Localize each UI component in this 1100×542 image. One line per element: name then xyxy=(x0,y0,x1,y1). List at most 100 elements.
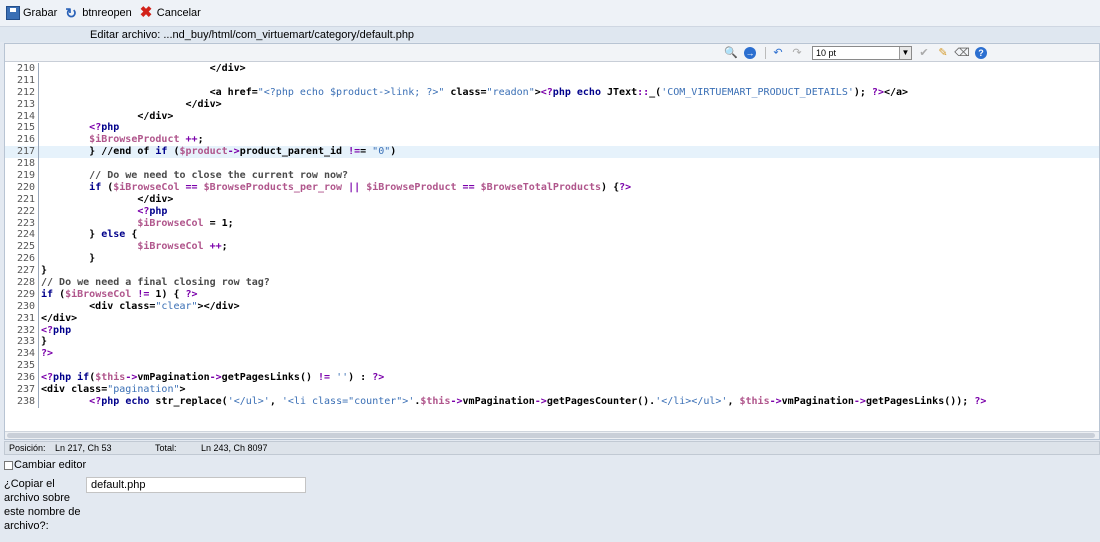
code-line[interactable]: 236 <?php if($this->vmPagination->getPage… xyxy=(5,372,1099,385)
line-number: 233 xyxy=(5,336,39,349)
line-number: 217 xyxy=(5,146,39,159)
line-text[interactable]: $iBrowseCol ++; xyxy=(39,241,227,253)
code-line[interactable]: 218 xyxy=(5,158,1099,171)
line-text[interactable]: <div class="clear"></div> xyxy=(39,301,240,313)
code-line[interactable]: 217 } //end of if ($product->product_par… xyxy=(5,146,1099,159)
code-area[interactable]: 210 </div> 211 212 <a href="<?php echo $pr… xyxy=(5,63,1099,431)
line-text[interactable]: <?php if($this->vmPagination->getPagesLi… xyxy=(39,372,384,384)
line-text[interactable] xyxy=(39,360,41,372)
line-number: 218 xyxy=(5,158,39,171)
reset-highlight-icon[interactable]: ✎ xyxy=(935,46,951,60)
line-number: 230 xyxy=(5,300,39,313)
line-text[interactable]: </div> xyxy=(39,99,221,111)
line-text[interactable]: <div class="pagination"> xyxy=(39,384,186,396)
line-text[interactable]: ?> xyxy=(39,348,53,360)
line-text[interactable]: // Do we need to close the current row n… xyxy=(39,170,348,182)
position-value: Ln 217, Ch 53 xyxy=(55,443,112,453)
line-number: 216 xyxy=(5,134,39,147)
line-number: 221 xyxy=(5,193,39,206)
word-wrap-icon[interactable]: ⌫ xyxy=(954,46,970,60)
copy-filename-input[interactable]: default.php xyxy=(86,477,306,493)
undo-icon[interactable]: ↶ xyxy=(770,46,786,60)
line-number: 215 xyxy=(5,122,39,135)
line-text[interactable]: <?php xyxy=(39,206,167,218)
scrollbar-thumb[interactable] xyxy=(7,433,1095,438)
save-button[interactable]: Grabar xyxy=(6,6,57,20)
line-text[interactable] xyxy=(39,158,41,170)
code-line[interactable]: 223 $iBrowseCol = 1; xyxy=(5,217,1099,230)
code-line[interactable]: 215 <?php xyxy=(5,122,1099,135)
code-line[interactable]: 220 if ($iBrowseCol == $BrowseProducts_p… xyxy=(5,181,1099,194)
line-text[interactable]: if ($iBrowseCol != 1) { ?> xyxy=(39,289,198,301)
cancel-button[interactable]: ✖ Cancelar xyxy=(140,5,201,20)
code-line[interactable]: 234 ?> xyxy=(5,348,1099,361)
change-editor-label: Cambiar editor xyxy=(14,459,87,471)
code-line[interactable]: 226 } xyxy=(5,253,1099,266)
code-line[interactable]: 235 xyxy=(5,360,1099,373)
code-line[interactable]: 230 <div class="clear"></div> xyxy=(5,300,1099,313)
line-text[interactable]: <?php xyxy=(39,122,119,134)
line-number: 237 xyxy=(5,384,39,396)
redo-icon[interactable]: ↷ xyxy=(789,46,805,60)
total-label: Total: xyxy=(155,443,177,453)
line-text[interactable]: if ($iBrowseCol == $BrowseProducts_per_r… xyxy=(39,182,631,194)
line-text[interactable]: } else { xyxy=(39,229,137,241)
save-icon xyxy=(6,6,20,20)
code-line[interactable]: 237 <div class="pagination"> xyxy=(5,384,1099,396)
line-text[interactable]: </div> xyxy=(39,313,77,325)
code-line[interactable]: 212 <a href="<?php echo $product->link; … xyxy=(5,86,1099,99)
line-text[interactable]: </div> xyxy=(39,111,173,123)
goto-line-icon[interactable]: → xyxy=(742,46,758,60)
reopen-button[interactable]: ↻ btnreopen xyxy=(65,6,132,20)
search-replace-icon[interactable]: 🔍 xyxy=(723,46,739,60)
code-line[interactable]: 233} xyxy=(5,336,1099,349)
line-text[interactable]: </div> xyxy=(39,194,173,206)
font-size-select[interactable]: 10 pt ▼ xyxy=(812,45,912,60)
line-number: 223 xyxy=(5,217,39,230)
line-number: 234 xyxy=(5,348,39,361)
code-line[interactable]: 216 $iBrowseProduct ++; xyxy=(5,134,1099,147)
change-editor-checkbox[interactable] xyxy=(4,460,13,470)
line-text[interactable]: $iBrowseCol = 1; xyxy=(39,218,233,230)
code-line[interactable]: 238 <?php echo str_replace('</ul>', '<li… xyxy=(5,395,1099,408)
file-title: Editar archivo: ...nd_buy/html/com_virtu… xyxy=(0,26,1100,42)
line-number: 210 xyxy=(5,63,39,75)
code-editor[interactable]: 🔍 → ↶ ↷ 10 pt ▼ ✔ ✎ ⌫ ? 210 </div> 211 212… xyxy=(4,43,1100,440)
code-line[interactable]: 232 <?php xyxy=(5,324,1099,337)
line-text[interactable]: } //end of if ($product->product_parent_… xyxy=(39,146,396,158)
line-number: 232 xyxy=(5,324,39,337)
code-line[interactable]: 222 <?php xyxy=(5,205,1099,218)
line-number: 236 xyxy=(5,372,39,385)
line-text[interactable]: } xyxy=(39,253,95,265)
code-line[interactable]: 221 </div> xyxy=(5,193,1099,206)
code-line[interactable]: 228// Do we need a final closing row tag… xyxy=(5,277,1099,289)
code-line[interactable]: 210 </div> xyxy=(5,63,1099,75)
line-text[interactable]: // Do we need a final closing row tag? xyxy=(39,277,270,289)
change-editor-toggle[interactable]: Cambiar editor xyxy=(4,459,86,471)
reopen-icon: ↻ xyxy=(65,5,77,21)
code-line[interactable]: 211 xyxy=(5,74,1099,87)
line-text[interactable]: $iBrowseProduct ++; xyxy=(39,134,203,146)
line-text[interactable]: <?php xyxy=(39,325,71,337)
line-text[interactable]: </div> xyxy=(39,63,246,75)
code-line[interactable]: 231 </div> xyxy=(5,312,1099,325)
line-text[interactable] xyxy=(39,75,41,87)
code-line[interactable]: 227} xyxy=(5,265,1099,278)
line-number: 222 xyxy=(5,205,39,218)
horizontal-scrollbar[interactable] xyxy=(5,431,1099,439)
line-number: 228 xyxy=(5,277,39,289)
code-line[interactable]: 225 $iBrowseCol ++; xyxy=(5,241,1099,254)
code-line[interactable]: 214 </div> xyxy=(5,110,1099,123)
editor-toolbar: 🔍 → ↶ ↷ 10 pt ▼ ✔ ✎ ⌫ ? xyxy=(5,44,1099,62)
line-text[interactable]: <?php echo str_replace('</ul>', '<li cla… xyxy=(39,396,986,408)
syntax-highlight-icon[interactable]: ✔ xyxy=(916,46,932,60)
font-size-value: 10 pt xyxy=(816,47,837,58)
code-line[interactable]: 224 } else { xyxy=(5,229,1099,242)
code-line[interactable]: 219 // Do we need to close the current r… xyxy=(5,170,1099,182)
code-line[interactable]: 229 if ($iBrowseCol != 1) { ?> xyxy=(5,288,1099,301)
line-text[interactable]: <a href="<?php echo $product->link; ?>" … xyxy=(39,87,909,99)
code-line[interactable]: 213 </div> xyxy=(5,98,1099,111)
line-text[interactable]: } xyxy=(39,265,47,277)
help-icon[interactable]: ? xyxy=(973,46,989,60)
line-text[interactable]: } xyxy=(39,336,47,348)
